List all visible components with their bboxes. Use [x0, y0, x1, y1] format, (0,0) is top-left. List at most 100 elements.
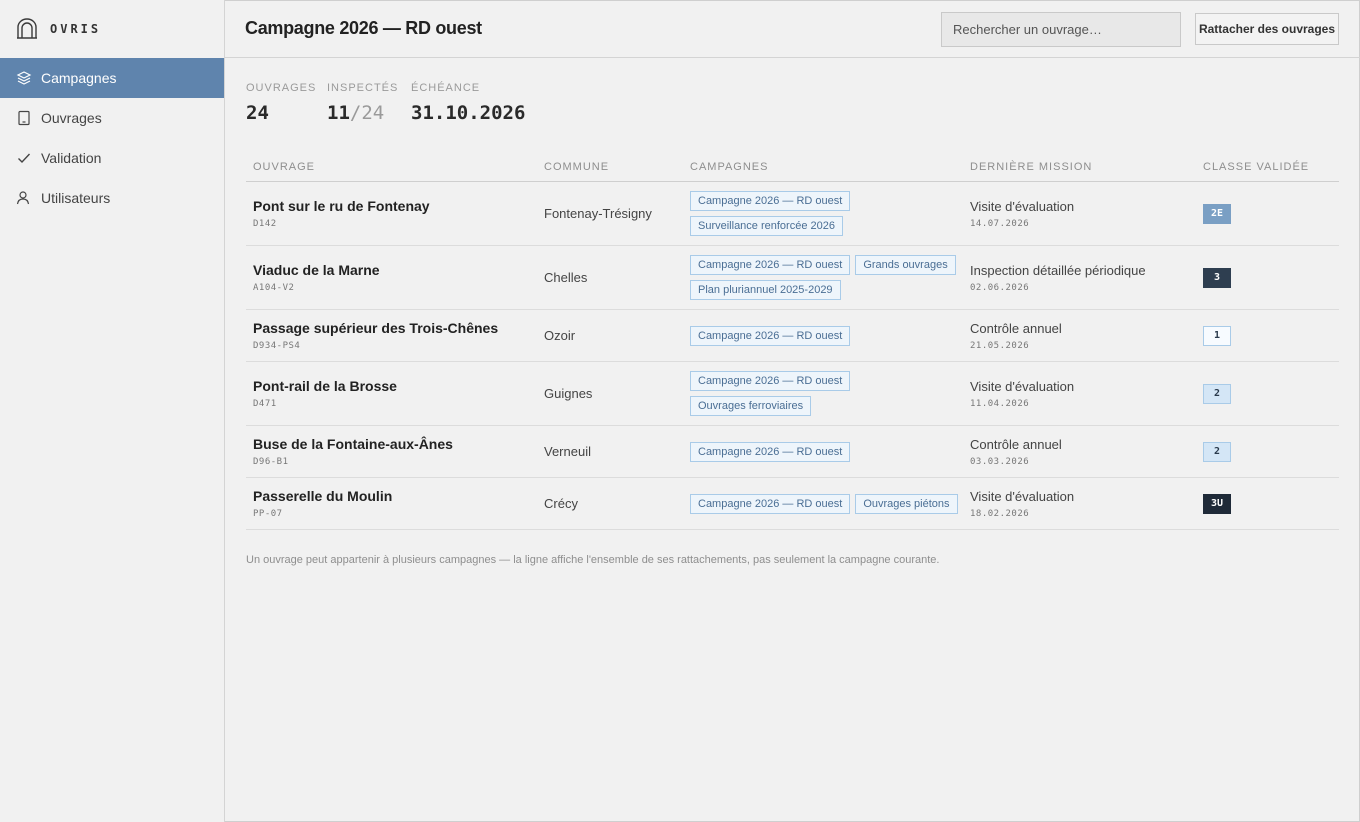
ouvrage-name[interactable]: Buse de la Fontaine-aux-Ânes	[253, 436, 544, 452]
cell-classe: 3	[1203, 267, 1339, 288]
campaign-tag[interactable]: Plan pluriannuel 2025-2029	[690, 280, 841, 300]
mission-type: Visite d'évaluation	[970, 198, 1075, 214]
sidebar-item-validation[interactable]: Validation	[0, 138, 224, 178]
inspected-count: 11	[327, 102, 350, 124]
cell-commune: Verneuil	[544, 444, 690, 459]
column-header-derniere-mission[interactable]: Dernière mission	[970, 161, 1203, 173]
ouvrage-name[interactable]: Pont-rail de la Brosse	[253, 378, 544, 394]
stat-value: 31.10.2026	[411, 102, 526, 124]
sidebar-item-ouvrages[interactable]: Ouvrages	[0, 98, 224, 138]
mission-date: 11.04.2026	[970, 398, 1030, 409]
layers-icon	[16, 70, 32, 86]
column-header-ouvrage[interactable]: Ouvrage	[246, 161, 544, 173]
ouvrage-name[interactable]: Passage supérieur des Trois-Chênes	[253, 320, 544, 336]
sidebar-item-campagnes[interactable]: Campagnes	[0, 58, 224, 98]
cell-classe: 1	[1203, 325, 1339, 346]
campaign-tag[interactable]: Grands ouvrages	[855, 255, 956, 275]
attach-ouvrages-button[interactable]: Rattacher des ouvrages	[1195, 13, 1339, 45]
ouvrage-code: D934-PS4	[253, 341, 301, 351]
table-row[interactable]: Passerelle du Moulin PP-07 Crécy Campagn…	[246, 478, 1339, 530]
cell-commune: Guignes	[544, 386, 690, 401]
campaign-tags: Campagne 2026 — RD ouest Surveillance ren…	[690, 191, 970, 236]
cell-commune: Ozoir	[544, 328, 690, 343]
campaign-tags: Campagne 2026 — RD ouest Ouvrages ferrovi…	[690, 371, 970, 416]
campaign-tag[interactable]: Campagne 2026 — RD ouest	[690, 493, 851, 514]
tablet-icon	[16, 110, 32, 126]
ouvrage-name[interactable]: Viaduc de la Marne	[253, 262, 544, 278]
inspected-total: /24	[349, 102, 385, 124]
table-row[interactable]: Buse de la Fontaine-aux-Ânes D96-B1 Vern…	[246, 426, 1339, 478]
column-header-classe[interactable]: Classe validée	[1203, 161, 1339, 173]
stat-label: Échéance	[411, 82, 481, 94]
ouvrage-code: D471	[253, 399, 277, 409]
cell-commune: Chelles	[544, 270, 690, 285]
mission-type: Visite d'évaluation	[970, 488, 1075, 504]
mission-date: 03.03.2026	[970, 456, 1030, 467]
mission-type: Inspection détaillée périodique	[970, 262, 1146, 278]
class-badge: 3U	[1203, 494, 1231, 514]
ouvrage-code: A104-V2	[253, 283, 295, 293]
commune-name: Ozoir	[544, 328, 576, 343]
user-icon	[16, 190, 32, 206]
stat-value: 24	[246, 102, 269, 124]
ouvrage-code: PP-07	[253, 509, 283, 519]
cell-classe: 2	[1203, 383, 1339, 404]
class-badge: 3	[1203, 268, 1231, 288]
cell-classe: 3U	[1203, 493, 1339, 514]
stat-ouvrages: Ouvrages 24	[246, 82, 317, 124]
campaign-tags: Campagne 2026 — RD ouest	[690, 325, 970, 346]
search-input[interactable]	[941, 12, 1181, 47]
campaign-tag[interactable]: Campagne 2026 — RD ouest	[690, 325, 851, 346]
commune-name: Chelles	[544, 270, 588, 285]
stat-label: Ouvrages	[246, 82, 317, 94]
class-badge: 2E	[1203, 204, 1231, 224]
table-row[interactable]: Pont-rail de la Brosse D471 Guignes Camp…	[246, 362, 1339, 426]
campaign-tag[interactable]: Ouvrages ferroviaires	[690, 396, 812, 416]
cell-mission: Visite d'évaluation 14.07.2026	[970, 199, 1203, 229]
bridge-logo-icon	[17, 18, 37, 39]
cell-commune: Fontenay-Trésigny	[544, 206, 690, 221]
cell-mission: Contrôle annuel 21.05.2026	[970, 321, 1203, 351]
class-badge: 2	[1203, 442, 1231, 462]
sidebar-item-label: Campagnes	[41, 70, 117, 86]
cell-campagnes: Campagne 2026 — RD ouest Grands ouvrages P…	[690, 255, 970, 300]
sidebar-item-label: Ouvrages	[41, 110, 102, 126]
column-header-campagnes[interactable]: Campagnes	[690, 161, 970, 173]
footnote: Un ouvrage peut appartenir à plusieurs c…	[246, 554, 940, 566]
stats-summary: Ouvrages 24 Inspectés 11/24 Échéance 31.…	[246, 82, 545, 124]
sidebar-item-label: Validation	[41, 150, 102, 166]
mission-type: Contrôle annuel	[970, 436, 1062, 452]
campaign-tag[interactable]: Campagne 2026 — RD ouest	[690, 441, 851, 462]
campaign-tag[interactable]: Surveillance renforcée 2026	[690, 216, 843, 236]
commune-name: Crécy	[544, 496, 578, 511]
stat-inspectes: Inspectés 11/24	[327, 82, 397, 124]
campaign-tag[interactable]: Ouvrages piétons	[855, 493, 958, 514]
table-row[interactable]: Passage supérieur des Trois-Chênes D934-…	[246, 310, 1339, 362]
cell-campagnes: Campagne 2026 — RD ouest	[690, 441, 970, 462]
mission-date: 21.05.2026	[970, 340, 1030, 351]
sidebar-item-label: Utilisateurs	[41, 190, 111, 206]
table-row[interactable]: Pont sur le ru de Fontenay D142 Fontenay…	[246, 182, 1339, 246]
page-title: Campagne 2026 — RD ouest	[245, 18, 482, 38]
stat-echeance: Échéance 31.10.2026	[411, 82, 525, 124]
table-row[interactable]: Viaduc de la Marne A104-V2 Chelles Campa…	[246, 246, 1339, 310]
stat-value: 11/24	[327, 102, 391, 124]
sidebar: OVRIS Campagnes Ouvrages Validation Util…	[0, 0, 225, 822]
campaign-tag[interactable]: Campagne 2026 — RD ouest	[690, 255, 851, 275]
commune-name: Guignes	[544, 386, 593, 401]
cell-classe: 2E	[1203, 203, 1339, 224]
ouvrage-name[interactable]: Pont sur le ru de Fontenay	[253, 198, 544, 214]
cell-campagnes: Campagne 2026 — RD ouest Ouvrages ferrovi…	[690, 371, 970, 416]
campaign-tag[interactable]: Campagne 2026 — RD ouest	[690, 371, 851, 391]
mission-date: 18.02.2026	[970, 508, 1030, 519]
cell-mission: Visite d'évaluation 11.04.2026	[970, 379, 1203, 409]
check-icon	[16, 150, 32, 166]
cell-campagnes: Campagne 2026 — RD ouest	[690, 325, 970, 346]
campaign-tag[interactable]: Campagne 2026 — RD ouest	[690, 191, 851, 211]
cell-ouvrage: Pont sur le ru de Fontenay D142	[246, 198, 544, 229]
mission-date: 02.06.2026	[970, 282, 1030, 293]
sidebar-item-utilisateurs[interactable]: Utilisateurs	[0, 178, 224, 218]
campaign-tags: Campagne 2026 — RD ouest	[690, 441, 970, 462]
column-header-commune[interactable]: Commune	[544, 161, 690, 173]
ouvrage-name[interactable]: Passerelle du Moulin	[253, 488, 544, 504]
